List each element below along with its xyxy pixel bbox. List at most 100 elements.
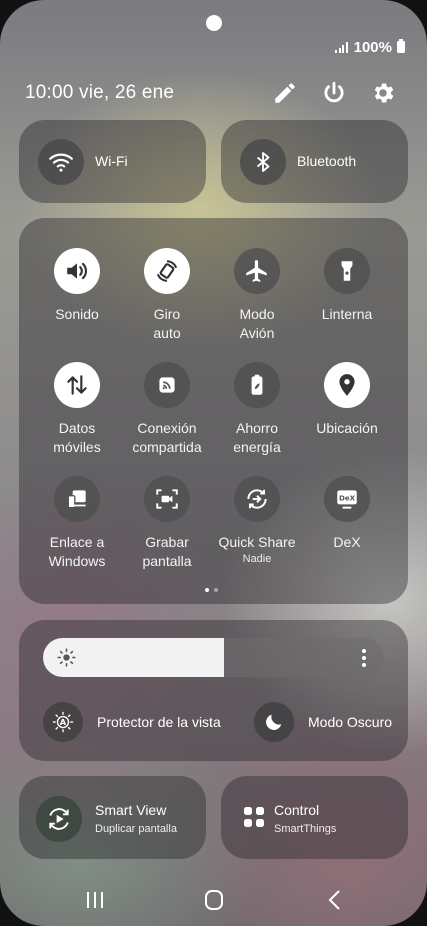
tile-flashlight[interactable]: Linterna — [299, 248, 395, 324]
front-camera — [206, 15, 222, 31]
tile-label-line2: auto — [153, 325, 181, 341]
tile-label-line2: energía — [233, 439, 281, 455]
quick-panel-screen: 100% 10:00 vie, 26 ene Wi-Fi Bluetooth S… — [0, 0, 427, 926]
navigation-bar — [0, 874, 427, 924]
tile-label: Giro auto — [119, 305, 215, 343]
wifi-label: Wi-Fi — [95, 153, 128, 169]
tile-screen-record[interactable]: Grabar pantalla — [119, 476, 215, 571]
battery-icon — [397, 39, 405, 53]
tile-label-line1: DeX — [333, 534, 361, 550]
page-dot-active — [205, 588, 209, 592]
tile-dex[interactable]: DeX DeX — [299, 476, 395, 552]
tile-label-line1: Ubicación — [316, 420, 378, 436]
date-time[interactable]: 10:00 vie, 26 ene — [25, 82, 174, 104]
flashlight-icon — [324, 248, 370, 294]
page-indicator — [205, 588, 218, 592]
power-saving-icon — [234, 362, 280, 408]
smartthings-grid-icon — [244, 807, 264, 827]
tile-quick-share[interactable]: Quick Share Nadie — [209, 476, 305, 565]
tile-auto-rotate[interactable]: Giro auto — [119, 248, 215, 343]
tile-power-saving[interactable]: Ahorro energía — [209, 362, 305, 457]
mobile-data-icon — [54, 362, 100, 408]
smart-view-icon — [36, 796, 82, 842]
moon-icon — [254, 702, 294, 742]
bluetooth-toggle[interactable]: Bluetooth — [221, 120, 408, 203]
eye-comfort-icon: A — [43, 702, 83, 742]
tile-label: Sonido — [29, 305, 125, 324]
dex-icon: DeX — [324, 476, 370, 522]
tile-label-line1: Giro — [153, 306, 181, 322]
tile-sublabel: Nadie — [242, 553, 272, 565]
tile-label: Conexión compartida — [119, 419, 215, 457]
eye-comfort-toggle[interactable]: A Protector de la vista — [43, 702, 233, 742]
tile-label-line2: pantalla — [142, 553, 192, 569]
tile-label: Ahorro energía — [209, 419, 305, 457]
tile-label-line1: Modo — [239, 306, 275, 322]
tile-label-line2: móviles — [53, 439, 101, 455]
wifi-toggle[interactable]: Wi-Fi — [19, 120, 206, 203]
tile-label: Quick Share — [209, 533, 305, 552]
tile-mobile-data[interactable]: Datos móviles — [29, 362, 125, 457]
tile-label: DeX — [299, 533, 395, 552]
tile-link-windows[interactable]: Enlace a Windows — [29, 476, 125, 571]
auto-rotate-icon — [144, 248, 190, 294]
tile-location[interactable]: Ubicación — [299, 362, 395, 438]
tile-label-line1: Enlace a — [49, 534, 105, 550]
bluetooth-icon — [240, 139, 286, 185]
tile-label: Enlace a Windows — [29, 533, 125, 571]
location-icon — [324, 362, 370, 408]
brightness-slider[interactable] — [43, 638, 384, 677]
smart-view-tile[interactable]: Smart View Duplicar pantalla — [19, 776, 206, 859]
tile-label-line1: Conexión — [137, 420, 197, 436]
svg-text:DeX: DeX — [339, 493, 356, 502]
tile-label: Linterna — [299, 305, 395, 324]
hotspot-icon — [144, 362, 190, 408]
smartthings-tile[interactable]: Control SmartThings — [221, 776, 408, 859]
tile-label: Grabar pantalla — [119, 533, 215, 571]
tile-label-line1: Sonido — [55, 306, 99, 322]
signal-icon — [335, 41, 348, 53]
quick-share-icon — [234, 476, 280, 522]
screen-record-icon — [144, 476, 190, 522]
tile-label-line1: Linterna — [321, 306, 373, 322]
tile-airplane[interactable]: Modo Avión — [209, 248, 305, 343]
eye-comfort-label: Protector de la vista — [97, 714, 221, 730]
dark-mode-label: Modo Oscuro — [308, 714, 393, 730]
home-icon[interactable] — [201, 888, 227, 912]
settings-gear-icon[interactable] — [370, 80, 396, 106]
smartthings-title: Control — [274, 802, 320, 818]
tile-label-line1: Datos — [58, 420, 96, 436]
tile-label: Datos móviles — [29, 419, 125, 457]
dark-mode-toggle[interactable]: Modo Oscuro — [254, 702, 408, 742]
brightness-panel: A Protector de la vista Modo Oscuro — [19, 620, 408, 761]
bluetooth-label: Bluetooth — [297, 153, 357, 169]
recents-icon[interactable] — [82, 888, 108, 912]
battery-percent: 100% — [353, 38, 392, 56]
tile-label-line1: Grabar — [145, 534, 189, 550]
tile-label-line2: compartida — [132, 439, 202, 455]
sound-icon — [54, 248, 100, 294]
tile-label-line2: Avión — [239, 325, 275, 341]
status-bar: 100% — [335, 38, 405, 56]
smart-view-title: Smart View — [95, 802, 167, 818]
smart-view-subtitle: Duplicar pantalla — [95, 823, 177, 835]
back-icon[interactable] — [322, 888, 348, 912]
svg-text:A: A — [60, 717, 67, 727]
tile-sound[interactable]: Sonido — [29, 248, 125, 324]
power-icon[interactable] — [321, 80, 347, 106]
tile-label: Modo Avión — [209, 305, 305, 343]
tile-label-line1: Quick Share — [218, 534, 296, 550]
smartthings-subtitle: SmartThings — [274, 823, 337, 835]
page-dot — [214, 588, 218, 592]
tile-label-line2: Windows — [48, 553, 106, 569]
edit-icon[interactable] — [272, 80, 298, 106]
tile-label: Ubicación — [299, 419, 395, 438]
brightness-sun-icon — [57, 648, 76, 667]
quick-settings-panel: Sonido Giro auto Modo Avión Linterna Datos móvi… — [19, 218, 408, 604]
wifi-icon — [38, 139, 84, 185]
brightness-more-icon[interactable] — [362, 649, 366, 667]
tile-label-line1: Ahorro — [235, 420, 279, 436]
airplane-icon — [234, 248, 280, 294]
link-windows-icon — [54, 476, 100, 522]
tile-hotspot[interactable]: Conexión compartida — [119, 362, 215, 457]
